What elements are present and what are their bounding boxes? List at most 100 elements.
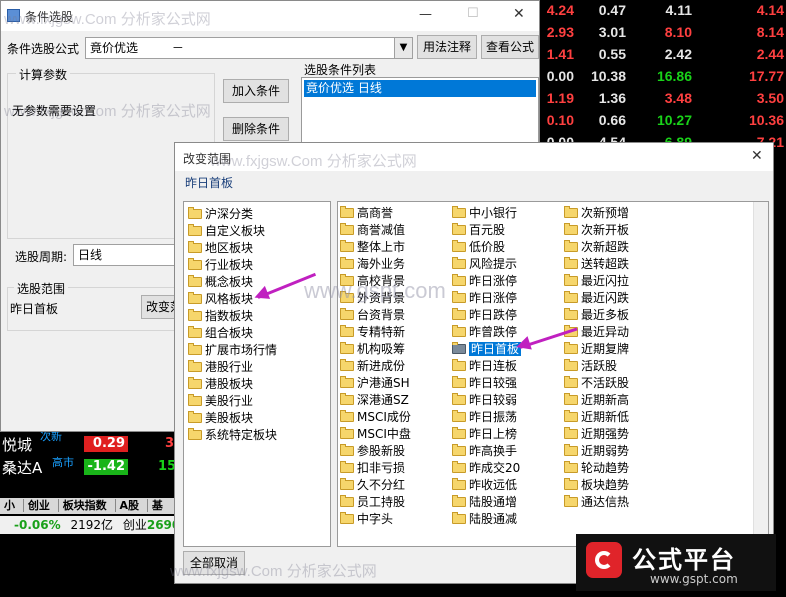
tree-item[interactable]: 自定义板块	[188, 223, 265, 240]
board-item[interactable]: 昨日首板	[452, 341, 522, 358]
board-item-label: 久不分红	[357, 478, 406, 492]
board-list[interactable]: 高商誉 商誉减值 整体上市 海外业务 高校背景 外资背景 台资背景 专精特新 机构吸筹 新进成份沪…	[337, 201, 769, 547]
board-item[interactable]: 近期复牌	[564, 341, 629, 358]
board-item[interactable]: 百元股	[452, 222, 505, 239]
board-item[interactable]: 轮动趋势	[564, 460, 629, 477]
board-item[interactable]: 次新开板	[564, 222, 629, 239]
tree-item[interactable]: 扩展市场行情	[188, 342, 277, 359]
board-item[interactable]: 活跃股	[564, 358, 617, 375]
quote-row[interactable]: 4.24 0.47 4.11 4.14	[540, 0, 786, 22]
board-item[interactable]: 近期新高	[564, 392, 629, 409]
board-item[interactable]: 深港通SZ	[340, 392, 409, 409]
board-item[interactable]: 陆股通增	[452, 494, 517, 511]
board-item[interactable]: 员工持股	[340, 494, 405, 511]
tree-item[interactable]: 风格板块	[188, 291, 253, 308]
tab-board-index[interactable]: 板块指数	[57, 499, 111, 512]
board-item[interactable]: 昨曾跌停	[452, 324, 517, 341]
board-item[interactable]: 送转超跌	[564, 256, 629, 273]
board-item[interactable]: 昨日较弱	[452, 392, 517, 409]
category-tree[interactable]: 沪深分类 自定义板块 地区板块 行业板块 概念板块 风格板块 指数板块 组合板块 扩展市场行情港…	[183, 201, 331, 547]
tree-item[interactable]: 组合板块	[188, 325, 253, 342]
quote-row[interactable]: 1.41 0.55 2.42 2.44	[540, 44, 786, 66]
board-item[interactable]: 昨日跌停	[452, 307, 517, 324]
maximize-icon[interactable]: ☐	[467, 6, 479, 21]
board-item[interactable]: 板块趋势	[564, 477, 629, 494]
board-item[interactable]: 最近多板	[564, 307, 629, 324]
board-item[interactable]: 整体上市	[340, 239, 405, 256]
board-item[interactable]: 中小银行	[452, 205, 517, 222]
quote-row[interactable]: 0.10 0.66 10.27 10.36	[540, 110, 786, 132]
tab-fund[interactable]: 基	[146, 499, 167, 512]
quote-row[interactable]: 1.19 1.36 3.48 3.50	[540, 88, 786, 110]
tree-item[interactable]: 概念板块	[188, 274, 253, 291]
board-item[interactable]: 商誉减值	[340, 222, 405, 239]
board-item[interactable]: 专精特新	[340, 324, 405, 341]
board-item[interactable]: 最近异动	[564, 324, 629, 341]
board-item[interactable]: 通达信热	[564, 494, 629, 511]
board-item[interactable]: 扣非亏损	[340, 460, 405, 477]
board-item[interactable]: 最近闪拉	[564, 273, 629, 290]
board-item[interactable]: MSCI成份	[340, 409, 411, 426]
board-item[interactable]: 昨日涨停	[452, 273, 517, 290]
board-item[interactable]: 次新预增	[564, 205, 629, 222]
quote-cell: 2.93	[546, 24, 574, 40]
board-item[interactable]: 昨收远低	[452, 477, 517, 494]
tree-item[interactable]: 系统特定板块	[188, 427, 277, 444]
tree-item[interactable]: 行业板块	[188, 257, 253, 274]
board-item[interactable]: 新进成份	[340, 358, 405, 375]
board-item[interactable]: 沪港通SH	[340, 375, 410, 392]
chevron-down-icon[interactable]: ▼	[394, 38, 412, 58]
board-item[interactable]: 昨日连板	[452, 358, 517, 375]
condition-list-item[interactable]: 竟价优选 日线	[304, 80, 536, 97]
minimize-icon[interactable]: —	[419, 7, 432, 22]
board-item[interactable]: 低价股	[452, 239, 505, 256]
board-item[interactable]: 久不分红	[340, 477, 405, 494]
quote-row[interactable]: 0.00 10.38 16.86 17.77	[540, 66, 786, 88]
board-item[interactable]: 近期新低	[564, 409, 629, 426]
board-item[interactable]: 海外业务	[340, 256, 405, 273]
board-item[interactable]: 昨日涨停	[452, 290, 517, 307]
folder-icon	[340, 410, 354, 422]
board-item[interactable]: 近期弱势	[564, 443, 629, 460]
tree-item-label: 系统特定板块	[205, 428, 278, 442]
usage-notes-button[interactable]: 用法注释	[417, 35, 477, 59]
tab-a-share[interactable]: A股	[114, 499, 144, 512]
formula-select[interactable]: 竟价优选 － ▼	[85, 37, 413, 59]
board-item[interactable]: 昨日上榜	[452, 426, 517, 443]
period-select[interactable]: 日线	[73, 244, 183, 266]
board-item[interactable]: 次新超跌	[564, 239, 629, 256]
board-item[interactable]: 风险提示	[452, 256, 517, 273]
board-item[interactable]: 不活跃股	[564, 375, 629, 392]
board-item[interactable]: 中字头	[340, 511, 393, 528]
board-item[interactable]: 机构吸筹	[340, 341, 405, 358]
board-item[interactable]: 昨日振荡	[452, 409, 517, 426]
tree-item[interactable]: 美股板块	[188, 410, 253, 427]
board-item[interactable]: 最近闪跌	[564, 290, 629, 307]
tab-small[interactable]: 小	[0, 499, 19, 512]
board-item[interactable]: 高商誉	[340, 205, 393, 222]
tree-item[interactable]: 港股行业	[188, 359, 253, 376]
board-item[interactable]: 昨日较强	[452, 375, 517, 392]
board-item[interactable]: MSCI中盘	[340, 426, 411, 443]
tree-item[interactable]: 港股板块	[188, 376, 253, 393]
tree-item[interactable]: 地区板块	[188, 240, 253, 257]
tab-chuangye[interactable]: 创业	[22, 499, 54, 512]
board-item[interactable]: 近期强势	[564, 426, 629, 443]
tree-item[interactable]: 指数板块	[188, 308, 253, 325]
board-item[interactable]: 参股新股	[340, 443, 405, 460]
board-item[interactable]: 昨高换手	[452, 443, 517, 460]
quote-row[interactable]: 2.93 3.01 8.10 8.14	[540, 22, 786, 44]
dialog-close-icon[interactable]: ✕	[751, 148, 763, 164]
tree-item[interactable]: 美股行业	[188, 393, 253, 410]
board-item[interactable]: 昨成交20	[452, 460, 520, 477]
condition-list[interactable]: 竟价优选 日线	[301, 77, 539, 147]
delete-condition-button[interactable]: 删除条件	[223, 117, 289, 141]
close-icon[interactable]: ✕	[513, 6, 525, 22]
board-item[interactable]: 台资背景	[340, 307, 405, 324]
board-list-scrollbar[interactable]	[753, 202, 768, 546]
tree-item[interactable]: 沪深分类	[188, 206, 253, 223]
view-formula-button[interactable]: 查看公式	[481, 35, 539, 59]
board-item-label: 昨日涨停	[469, 274, 518, 288]
add-condition-button[interactable]: 加入条件	[223, 79, 289, 103]
board-item[interactable]: 陆股通减	[452, 511, 517, 528]
